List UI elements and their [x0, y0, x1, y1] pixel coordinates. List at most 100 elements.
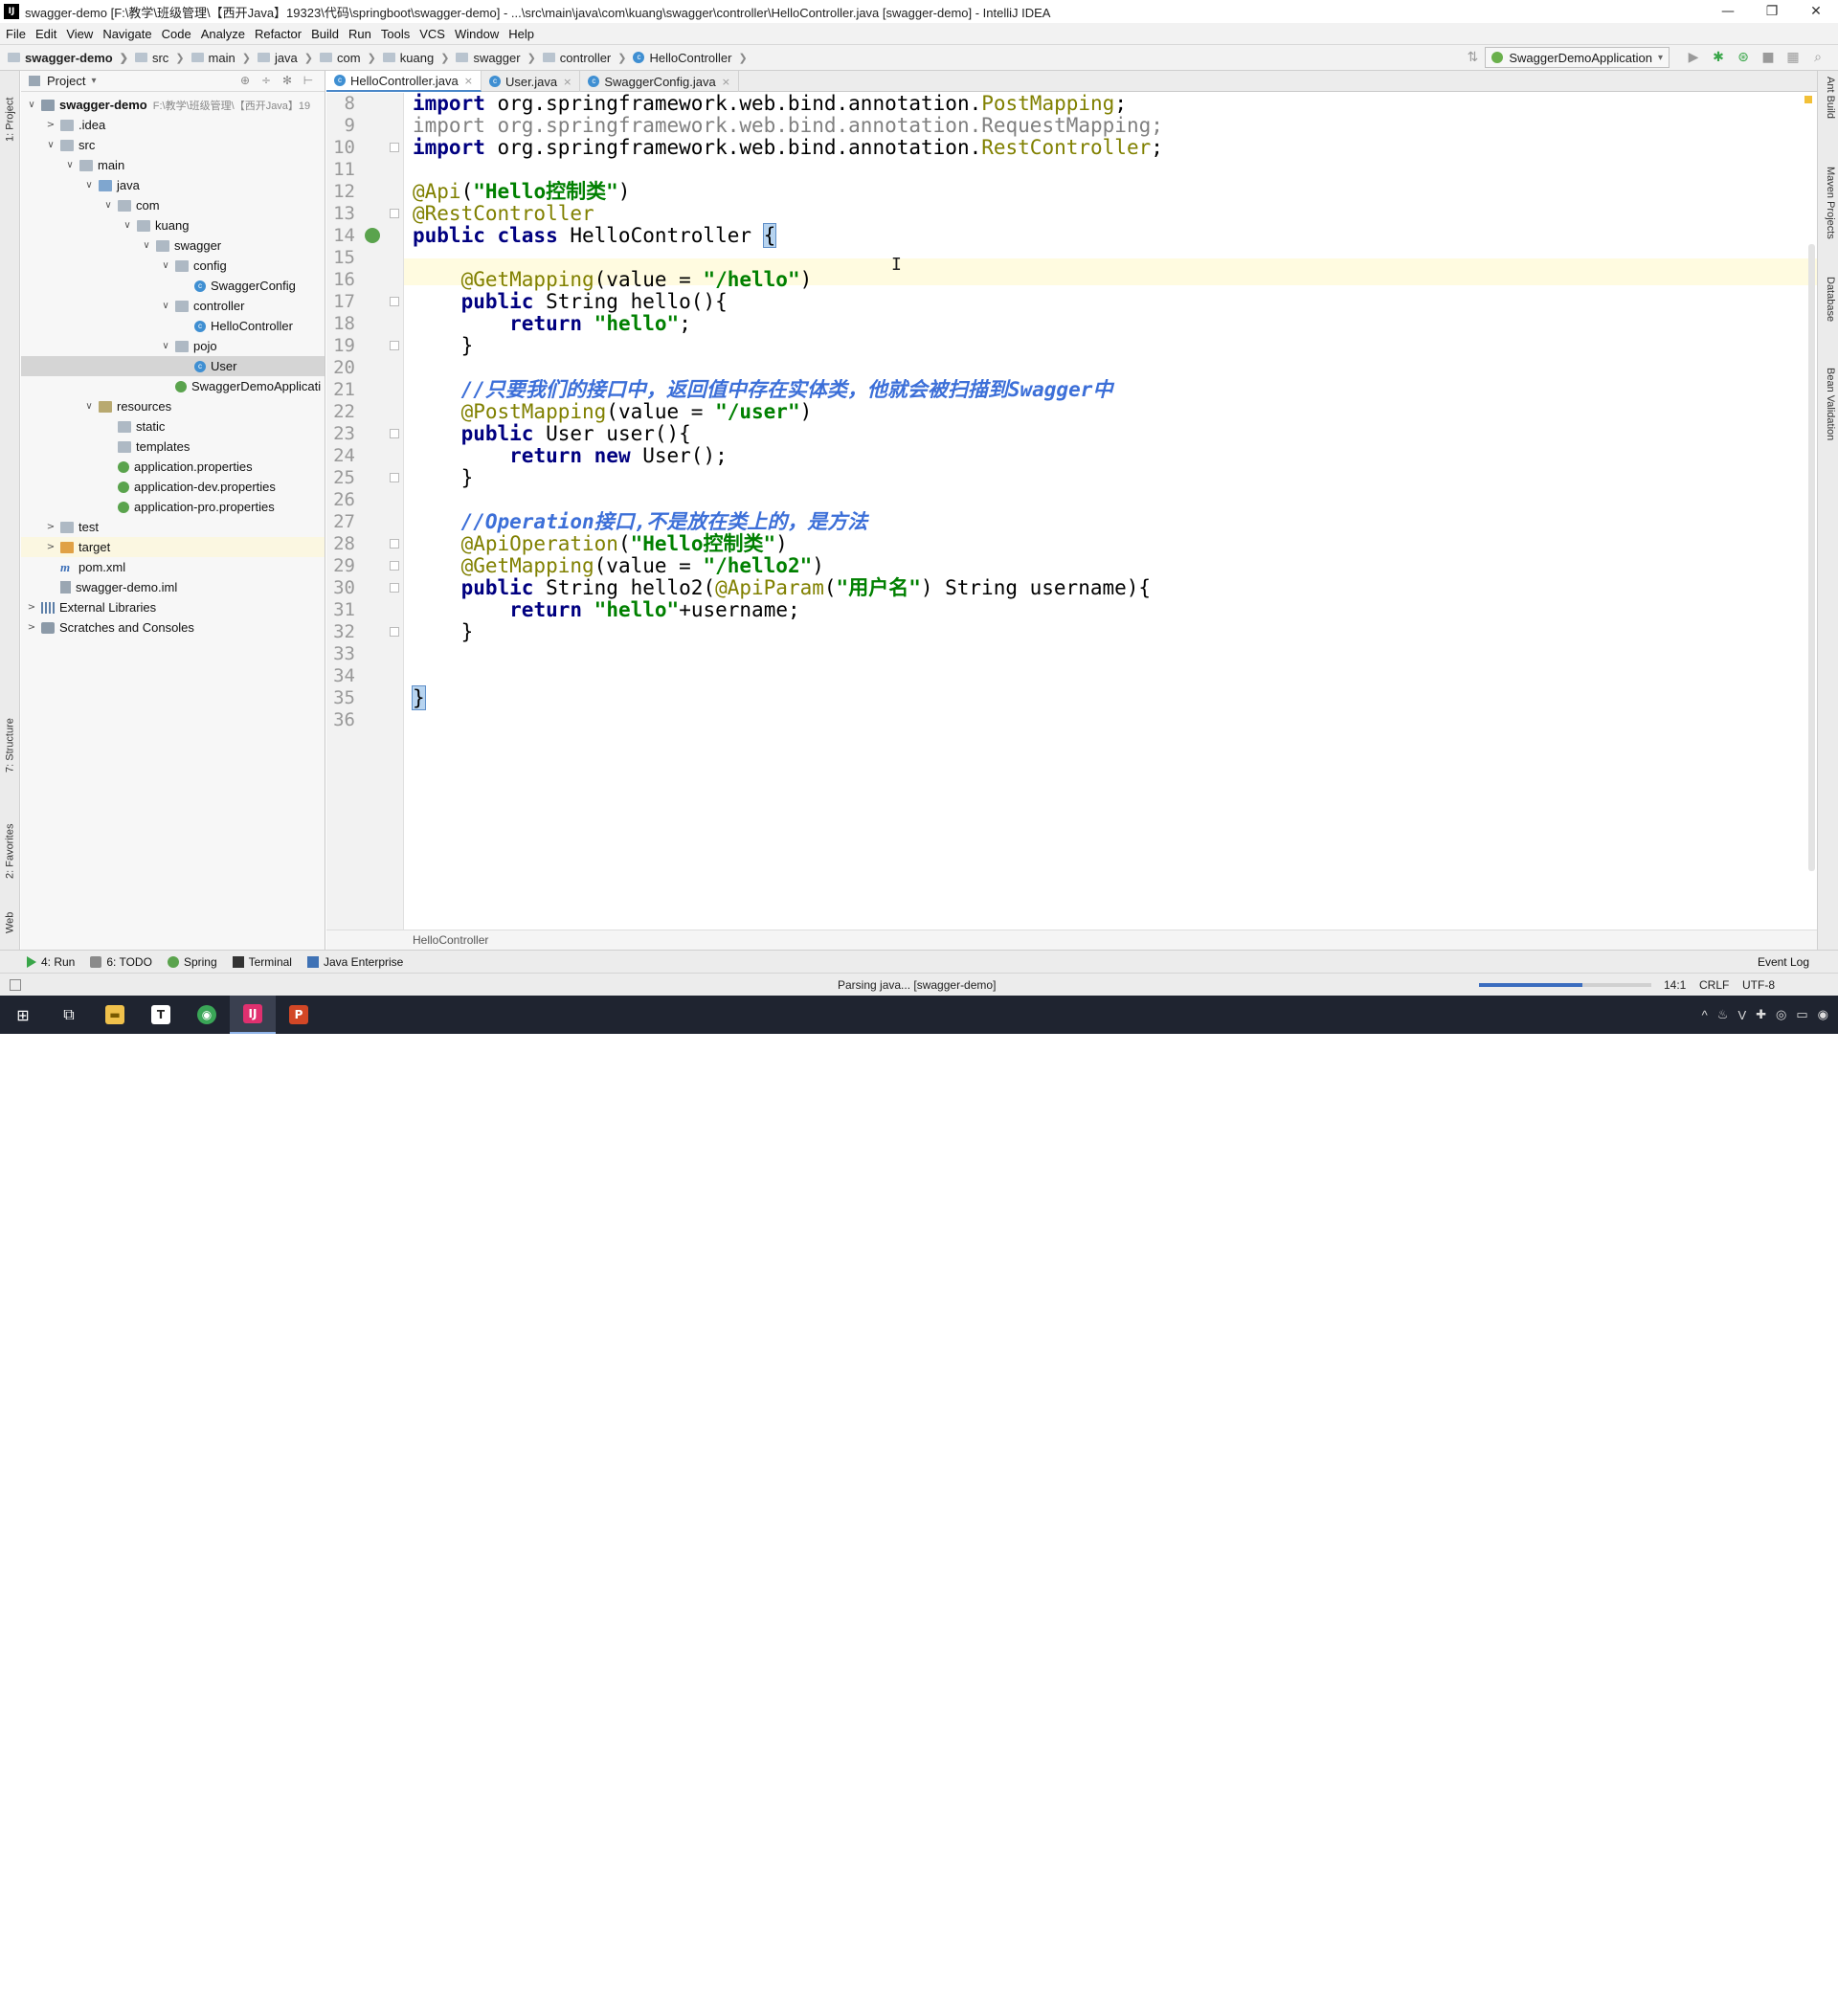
fold-marker-icon[interactable] [390, 209, 399, 218]
tab-user[interactable]: c User.java × [482, 71, 581, 92]
collapse-icon[interactable]: ÷ [256, 74, 277, 87]
tree-item[interactable]: swagger-demo.iml [21, 577, 325, 597]
tray-app-icon[interactable]: ◎ [1776, 1007, 1786, 1022]
chevron-down-icon[interactable]: ∨ [82, 180, 96, 190]
tree-item[interactable]: > External Libraries [21, 597, 325, 617]
breadcrumb-java[interactable]: java ❯ [257, 51, 320, 65]
code-line[interactable] [413, 706, 1791, 733]
tree-item[interactable]: ∨ kuang [21, 215, 325, 235]
tree-item[interactable]: ∨ src [21, 135, 325, 155]
breadcrumb-com[interactable]: com ❯ [320, 51, 383, 65]
chevron-down-icon[interactable]: ∨ [140, 240, 153, 251]
tree-item[interactable]: ∨ swagger-demo F:\教学\班级管理\【西开Java】19 [21, 95, 325, 115]
menu-run[interactable]: Run [348, 27, 371, 41]
tree-item[interactable]: SwaggerDemoApplicati [21, 376, 325, 396]
tab-project[interactable]: 1: Project [1, 77, 19, 163]
locate-icon[interactable]: ⊕ [235, 74, 256, 87]
chevron-down-icon[interactable]: ∨ [25, 100, 38, 110]
chrome-button[interactable]: ◉ [184, 996, 230, 1034]
tree-item[interactable]: ∨ main [21, 155, 325, 175]
java-tray-icon[interactable]: ♨ [1717, 1007, 1729, 1022]
tree-item[interactable]: > target [21, 537, 325, 557]
tree-item[interactable]: c SwaggerConfig [21, 276, 325, 296]
menu-edit[interactable]: Edit [35, 27, 56, 41]
network-icon[interactable]: ▭ [1796, 1007, 1807, 1022]
vertical-scrollbar[interactable] [1808, 244, 1815, 871]
tab-database[interactable]: Database [1821, 277, 1836, 344]
tray-expand-icon[interactable]: ^ [1702, 1008, 1708, 1022]
breadcrumb-controller[interactable]: controller ❯ [542, 51, 634, 65]
chevron-down-icon[interactable]: ∨ [63, 160, 77, 170]
menu-refactor[interactable]: Refactor [255, 27, 302, 41]
close-button[interactable]: ✕ [1794, 4, 1838, 19]
menu-window[interactable]: Window [455, 27, 499, 41]
tree-item[interactable]: ∨ resources [21, 396, 325, 416]
spring-bean-icon[interactable] [365, 228, 380, 243]
tree-item[interactable]: > .idea [21, 115, 325, 135]
tab-bean-validation[interactable]: Bean Validation [1821, 368, 1836, 473]
chevron-right-icon[interactable]: > [44, 542, 57, 552]
tree-item[interactable]: application-pro.properties [21, 497, 325, 517]
fold-marker-icon[interactable] [390, 143, 399, 152]
coverage-icon[interactable]: ⊛ [1731, 47, 1756, 68]
tree-item[interactable]: static [21, 416, 325, 437]
file-explorer-button[interactable]: ▬ [92, 996, 138, 1034]
debug-icon[interactable]: ✱ [1706, 47, 1731, 68]
fold-marker-icon[interactable] [390, 341, 399, 350]
tool-terminal[interactable]: Terminal [232, 955, 292, 969]
code-area[interactable]: import org.springframework.web.bind.anno… [412, 93, 1791, 930]
fold-marker-icon[interactable] [390, 473, 399, 482]
typora-button[interactable]: T [138, 996, 184, 1034]
minimize-button[interactable]: — [1706, 4, 1750, 19]
fold-marker-icon[interactable] [390, 297, 399, 306]
line-separator[interactable]: CRLF [1699, 978, 1729, 992]
tree-item[interactable]: ∨ pojo [21, 336, 325, 356]
tool-windows-icon[interactable] [10, 979, 21, 991]
tab-ant-build[interactable]: Ant Build [1821, 77, 1836, 144]
tree-item[interactable]: c HelloController [21, 316, 325, 336]
caret-position[interactable]: 14:1 [1664, 978, 1686, 992]
tree-item[interactable]: templates [21, 437, 325, 457]
close-icon[interactable]: × [464, 75, 473, 87]
intellij-button[interactable]: IJ [230, 996, 276, 1034]
tree-item[interactable]: ∨ config [21, 256, 325, 276]
start-button[interactable]: ⊞ [0, 996, 46, 1034]
breadcrumb-hellocontroller[interactable]: c HelloController ❯ [633, 51, 753, 65]
menu-analyze[interactable]: Analyze [201, 27, 245, 41]
menu-build[interactable]: Build [311, 27, 339, 41]
breadcrumb-src[interactable]: src ❯ [134, 51, 191, 65]
close-icon[interactable]: × [722, 76, 730, 88]
tray-app-icon[interactable]: V [1737, 1008, 1746, 1022]
breadcrumb-swagger[interactable]: swagger ❯ [456, 51, 542, 65]
fold-marker-icon[interactable] [390, 583, 399, 593]
chevron-down-icon[interactable]: ∨ [159, 301, 172, 311]
breadcrumb-kuang[interactable]: kuang ❯ [382, 51, 457, 65]
chevron-down-icon[interactable]: ∨ [82, 401, 96, 412]
breadcrumb-main[interactable]: main ❯ [191, 51, 258, 65]
chevron-right-icon[interactable]: > [44, 522, 57, 532]
editor-breadcrumb[interactable]: HelloController [326, 930, 1817, 950]
chevron-down-icon[interactable]: ∨ [159, 260, 172, 271]
fold-marker-icon[interactable] [390, 561, 399, 571]
tree-item[interactable]: ∨ swagger [21, 235, 325, 256]
chevron-right-icon[interactable]: > [44, 120, 57, 130]
tree-item[interactable]: ∨ controller [21, 296, 325, 316]
sort-icon[interactable]: ⇅ [1460, 47, 1485, 68]
menu-help[interactable]: Help [508, 27, 534, 41]
fold-marker-icon[interactable] [390, 627, 399, 637]
chevron-down-icon[interactable]: ∨ [121, 220, 134, 231]
tab-web[interactable]: Web [1, 904, 19, 942]
project-structure-icon[interactable]: ▦ [1781, 47, 1805, 68]
tab-hellocontroller[interactable]: c HelloController.java × [326, 71, 482, 92]
tree-item[interactable]: c User [21, 356, 325, 376]
chevron-down-icon[interactable]: ∨ [159, 341, 172, 351]
chevron-down-icon[interactable]: ∨ [44, 140, 57, 150]
code-editor[interactable]: 8 9 10 11 12 13 14 15 16 17 18 19 20 21 22 23 24 25 26 27 28… [326, 93, 1817, 930]
run-icon[interactable]: ▶ [1681, 47, 1706, 68]
menu-file[interactable]: File [6, 27, 26, 41]
run-configuration-select[interactable]: SwaggerDemoApplication ▾ [1485, 47, 1670, 68]
file-encoding[interactable]: UTF-8 [1742, 978, 1775, 992]
tool-todo[interactable]: 6: TODO [90, 955, 152, 969]
menu-navigate[interactable]: Navigate [102, 27, 151, 41]
tool-spring[interactable]: Spring [167, 955, 217, 969]
